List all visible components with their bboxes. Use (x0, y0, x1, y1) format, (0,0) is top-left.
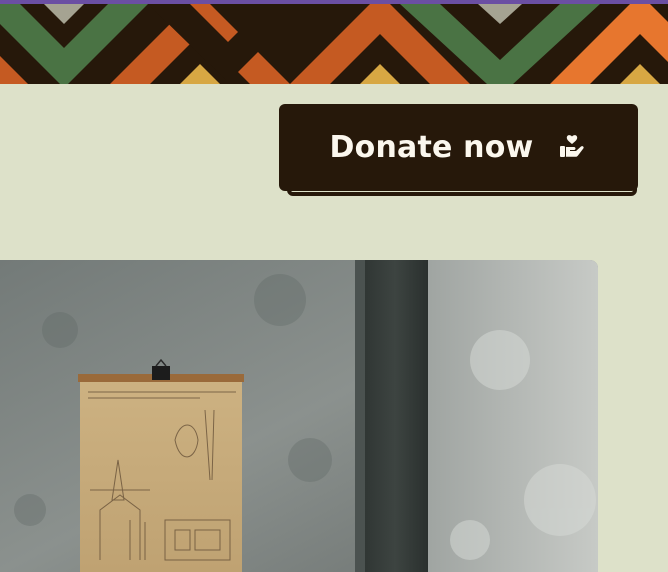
decorative-pattern-banner (0, 4, 668, 84)
chevron-pattern (0, 4, 668, 84)
donate-button-wrapper: Donate now (279, 104, 647, 201)
featured-photo (0, 260, 598, 572)
hand-holding-heart-icon (557, 133, 587, 163)
donate-now-button[interactable]: Donate now (279, 104, 638, 191)
photo-image (0, 260, 598, 572)
donate-button-label: Donate now (329, 130, 534, 165)
